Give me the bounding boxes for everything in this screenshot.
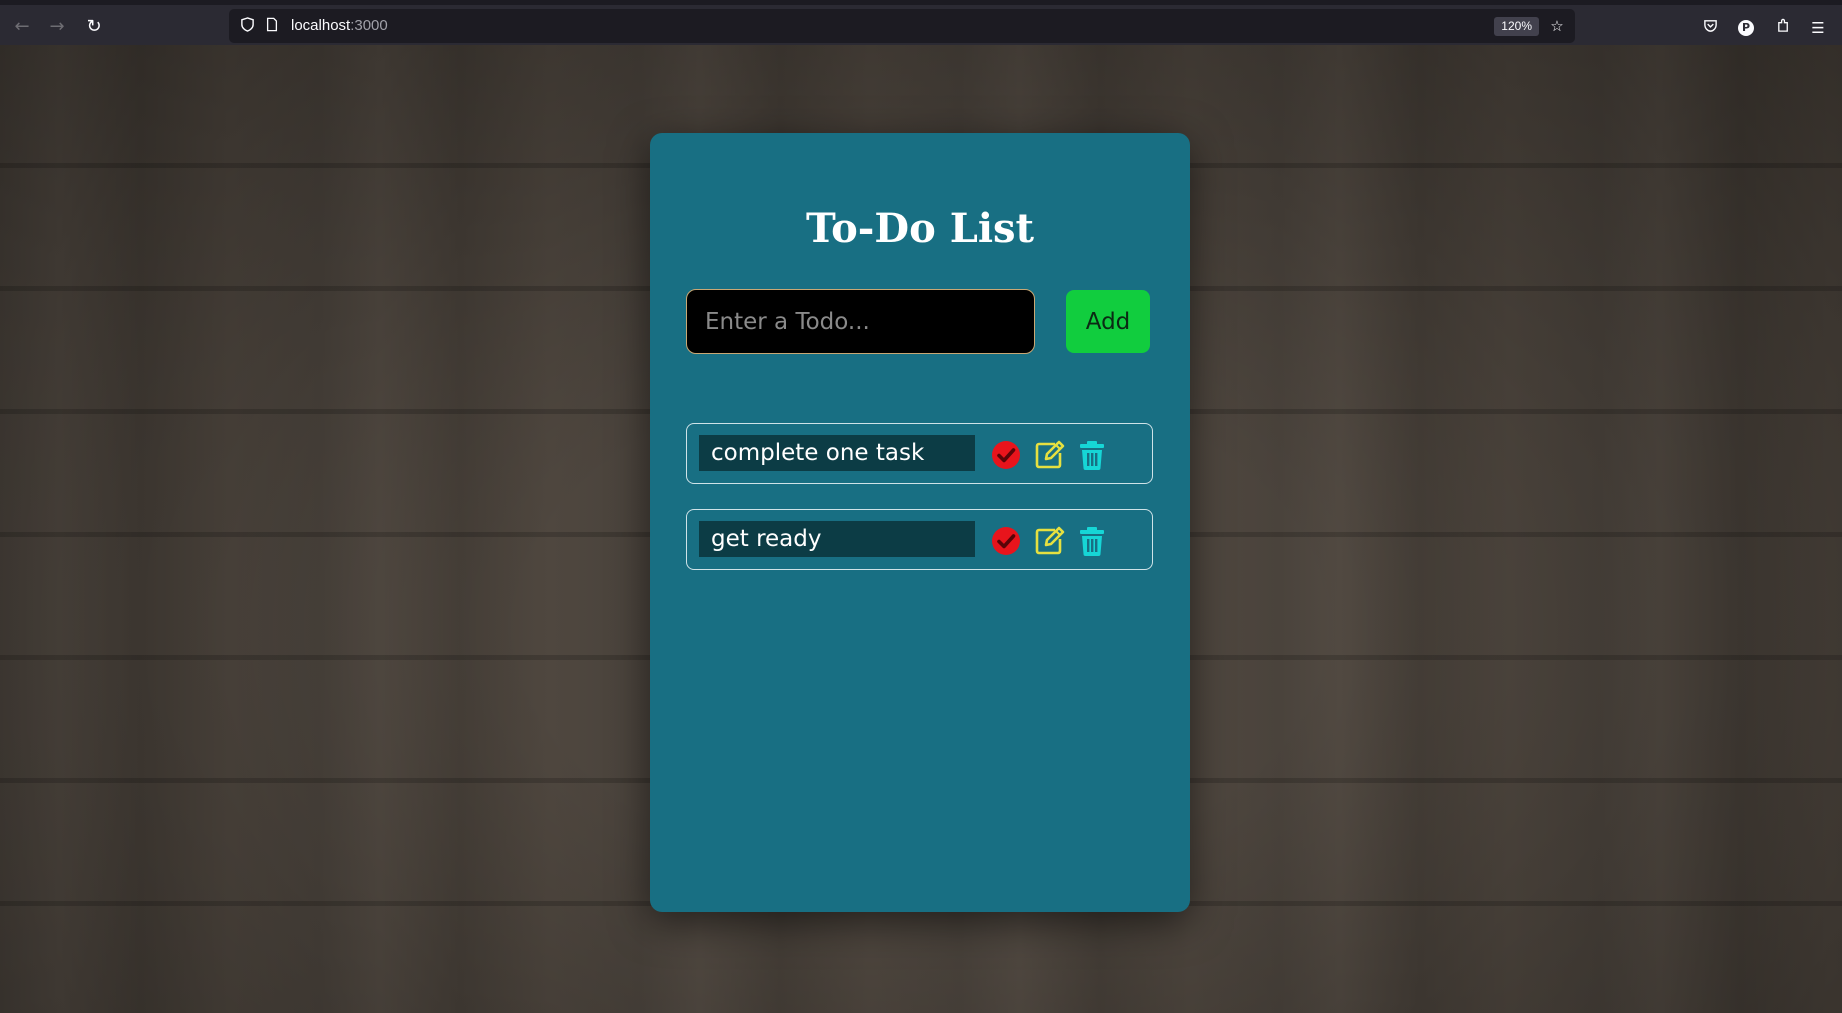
url-host: localhost [291, 17, 351, 34]
edit-icon[interactable] [1033, 439, 1065, 471]
todo-text[interactable]: get ready [699, 521, 975, 557]
bookmark-star-icon[interactable]: ☆ [1548, 17, 1566, 35]
address-bar[interactable]: localhost:3000 120% ☆ [229, 9, 1575, 43]
todo-item: complete one task [686, 423, 1153, 484]
menu-icon[interactable]: ☰ [1807, 17, 1829, 39]
add-button[interactable]: Add [1066, 290, 1150, 353]
todo-text[interactable]: complete one task [699, 435, 975, 471]
delete-trash-icon[interactable] [1076, 525, 1108, 557]
page-title: To-Do List [805, 205, 1035, 252]
todo-input[interactable] [686, 289, 1035, 354]
todo-card: To-Do List Add complete one task get rea… [650, 133, 1190, 912]
url-text[interactable]: localhost:3000 [291, 9, 388, 43]
reload-icon[interactable]: ↻ [82, 15, 106, 39]
complete-check-icon[interactable] [990, 525, 1022, 557]
zoom-level-badge[interactable]: 120% [1494, 17, 1539, 36]
edit-icon[interactable] [1033, 525, 1065, 557]
pocket-icon[interactable] [1699, 17, 1721, 39]
shield-icon[interactable] [238, 17, 256, 35]
extensions-icon[interactable] [1772, 17, 1794, 39]
page-icon[interactable] [263, 17, 281, 35]
forward-icon[interactable]: → [45, 15, 69, 39]
url-port: :3000 [350, 17, 388, 34]
back-icon[interactable]: ← [10, 15, 34, 39]
profile-avatar-icon[interactable]: P [1738, 20, 1754, 36]
page-background: To-Do List Add complete one task get rea… [0, 45, 1842, 1013]
delete-trash-icon[interactable] [1076, 439, 1108, 471]
complete-check-icon[interactable] [990, 439, 1022, 471]
browser-toolbar: ← → ↻ localhost:3000 120% ☆ P ☰ [0, 0, 1842, 45]
todo-item: get ready [686, 509, 1153, 570]
